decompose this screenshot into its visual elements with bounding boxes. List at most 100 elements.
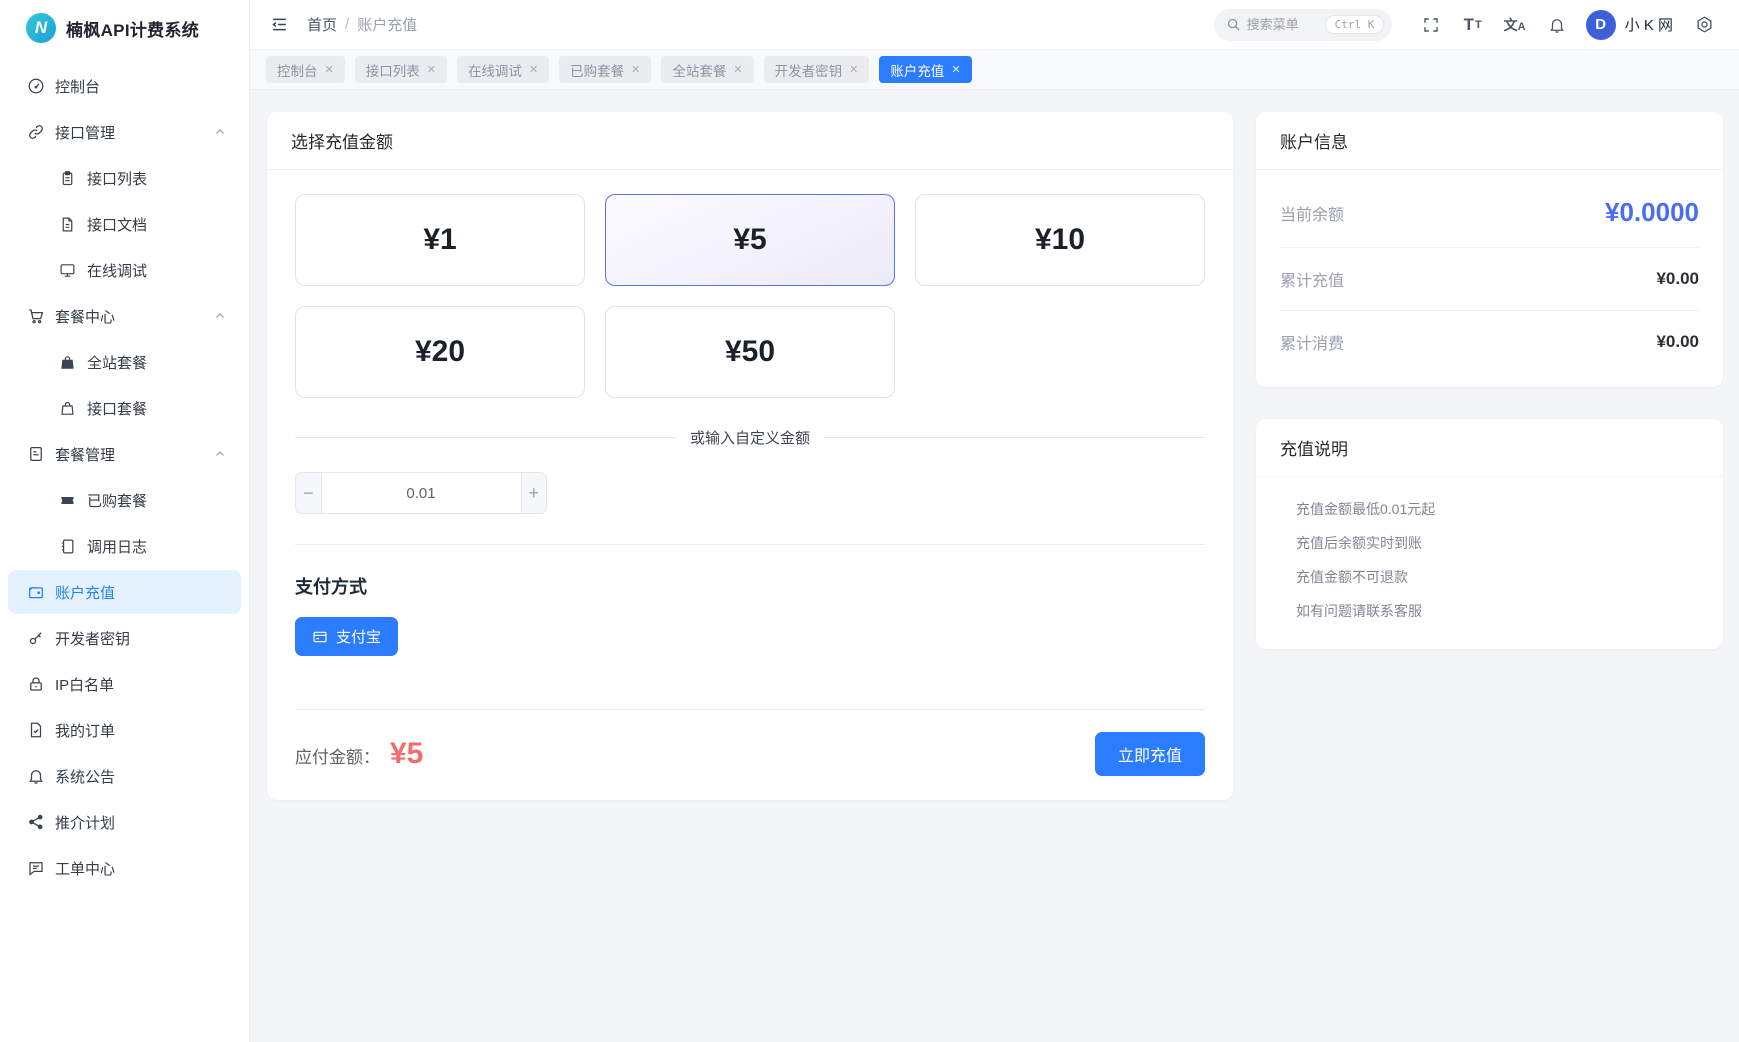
close-icon[interactable]: ✕ [631,63,640,76]
sidebar-item-label: 我的订单 [55,720,227,741]
sidebar-item-label: 已购套餐 [87,490,227,511]
menu-fold-icon[interactable] [270,15,289,34]
sidebar-item-announcements[interactable]: 系统公告 [8,754,241,798]
key-icon [26,629,45,648]
total-spend-value: ¥0.00 [1656,332,1699,352]
sidebar-item-call-logs[interactable]: 调用日志 [8,524,241,568]
sidebar-item-site-packages[interactable]: 全站套餐 [8,340,241,384]
sidebar-item-developer-keys[interactable]: 开发者密钥 [8,616,241,660]
amount-option-50[interactable]: ¥50 [605,306,895,398]
account-info-title: 账户信息 [1256,112,1723,170]
search-input[interactable] [1247,17,1319,32]
sidebar-group-package-management[interactable]: 套餐管理 [8,432,241,476]
recharge-notes-title: 充值说明 [1256,419,1723,477]
close-icon[interactable]: ✕ [427,63,436,76]
sidebar-group-package-center[interactable]: 套餐中心 [8,294,241,338]
sidebar-item-ip-whitelist[interactable]: IP白名单 [8,662,241,706]
sidebar-menu: 控制台 接口管理 接口列表 接口文档 在线调试 套餐中心 全站套餐 [0,56,249,1042]
account-row-balance: 当前余额 ¥0.0000 [1280,178,1699,248]
amount-option-1[interactable]: ¥1 [295,194,585,286]
card-icon [312,629,328,645]
breadcrumb-home[interactable]: 首页 [307,14,337,35]
app-logo: N 楠枫API计费系统 [0,0,249,56]
link-icon [26,123,45,142]
alipay-button[interactable]: 支付宝 [295,617,398,656]
menu-search[interactable]: Ctrl K [1214,9,1392,41]
sidebar-item-label: 在线调试 [87,260,227,281]
close-icon[interactable]: ✕ [951,63,960,76]
wallet-icon [26,583,45,602]
settings-gear-icon[interactable] [1687,8,1721,42]
lock-icon [26,675,45,694]
recharge-card: 选择充值金额 ¥1 ¥5 ¥10 ¥20 ¥50 或输入自定义金额 − + 支付… [267,112,1233,800]
account-row-total-recharge: 累计充值 ¥0.00 [1280,248,1699,311]
translate-icon[interactable]: 文A [1498,8,1532,42]
account-info-card: 账户信息 当前余额 ¥0.0000 累计充值 ¥0.00 累计消费 ¥0.00 [1256,112,1723,387]
sidebar-item-label: 工单中心 [55,858,227,879]
right-column: 账户信息 当前余额 ¥0.0000 累计充值 ¥0.00 累计消费 ¥0.00 [1256,112,1723,1042]
amount-options: ¥1 ¥5 ¥10 ¥20 ¥50 [295,194,1205,398]
tab-site-packages[interactable]: 全站套餐✕ [661,56,753,83]
recharge-notes-card: 充值说明 充值金额最低0.01元起 充值后余额实时到账 充值金额不可退款 如有问… [1256,419,1723,649]
custom-amount-input[interactable] [322,473,521,513]
sidebar-item-api-list[interactable]: 接口列表 [8,156,241,200]
app-logo-icon: N [26,13,56,43]
tab-api-list[interactable]: 接口列表✕ [355,56,447,83]
recharge-submit-button[interactable]: 立即充值 [1095,732,1205,776]
amount-option-10[interactable]: ¥10 [915,194,1205,286]
tab-account-recharge[interactable]: 账户充值✕ [879,56,971,83]
tab-dashboard[interactable]: 控制台✕ [266,56,345,83]
amount-option-5-selected[interactable]: ¥5 [605,194,895,286]
ticket-icon [58,491,77,510]
amount-option-20[interactable]: ¥20 [295,306,585,398]
sidebar-item-label: 账户充值 [55,582,227,603]
sidebar-item-label: 开发者密钥 [55,628,227,649]
current-balance-value: ¥0.0000 [1605,197,1699,228]
tab-bar: 控制台✕ 接口列表✕ 在线调试✕ 已购套餐✕ 全站套餐✕ 开发者密钥✕ 账户充值… [250,50,1739,90]
chevron-up-icon [213,447,227,461]
sidebar-item-my-orders[interactable]: 我的订单 [8,708,241,752]
tab-online-debug[interactable]: 在线调试✕ [457,56,549,83]
note-item: 如有问题请联系客服 [1296,601,1699,621]
recharge-footer: 应付金额： ¥5 立即充值 [295,709,1205,776]
sidebar-item-ticket-center[interactable]: 工单中心 [8,846,241,890]
cart-icon [26,307,45,326]
notebook-icon [58,537,77,556]
close-icon[interactable]: ✕ [529,63,538,76]
sidebar-item-label: 调用日志 [87,536,227,557]
user-menu[interactable]: D 小 K 网 [1586,10,1673,40]
document-icon [58,215,77,234]
tab-purchased-packages[interactable]: 已购套餐✕ [559,56,651,83]
fullscreen-icon[interactable] [1414,8,1448,42]
bell-icon [26,767,45,786]
sidebar-group-api-management[interactable]: 接口管理 [8,110,241,154]
sidebar-item-api-docs[interactable]: 接口文档 [8,202,241,246]
file-check-icon [26,721,45,740]
stepper-minus-button[interactable]: − [296,473,322,513]
payable-label: 应付金额： [295,743,380,768]
close-icon[interactable]: ✕ [733,63,742,76]
payable-value: ¥5 [390,737,423,771]
top-header: 首页 / 账户充值 Ctrl K TT 文A D 小 K 网 [250,0,1739,50]
sidebar-group-label: 套餐管理 [55,444,203,465]
tab-developer-keys[interactable]: 开发者密钥✕ [764,56,870,83]
sidebar-item-label: 系统公告 [55,766,227,787]
notification-bell-icon[interactable] [1540,8,1574,42]
handbag-icon [58,353,77,372]
sidebar-item-label: 接口列表 [87,168,227,189]
sidebar-item-account-recharge[interactable]: 账户充值 [8,570,241,614]
total-recharge-value: ¥0.00 [1656,269,1699,289]
sidebar-item-dashboard[interactable]: 控制台 [8,64,241,108]
stepper-plus-button[interactable]: + [521,473,547,513]
search-icon [1226,17,1241,32]
sidebar-item-online-debug[interactable]: 在线调试 [8,248,241,292]
close-icon[interactable]: ✕ [849,63,858,76]
sidebar-item-purchased-packages[interactable]: 已购套餐 [8,478,241,522]
sidebar-item-label: 推介计划 [55,812,227,833]
close-icon[interactable]: ✕ [325,63,334,76]
breadcrumb-current: 账户充值 [357,14,417,35]
sidebar-item-label: 控制台 [55,76,227,97]
sidebar-item-api-packages[interactable]: 接口套餐 [8,386,241,430]
sidebar-item-referral-program[interactable]: 推介计划 [8,800,241,844]
font-size-icon[interactable]: TT [1456,8,1490,42]
